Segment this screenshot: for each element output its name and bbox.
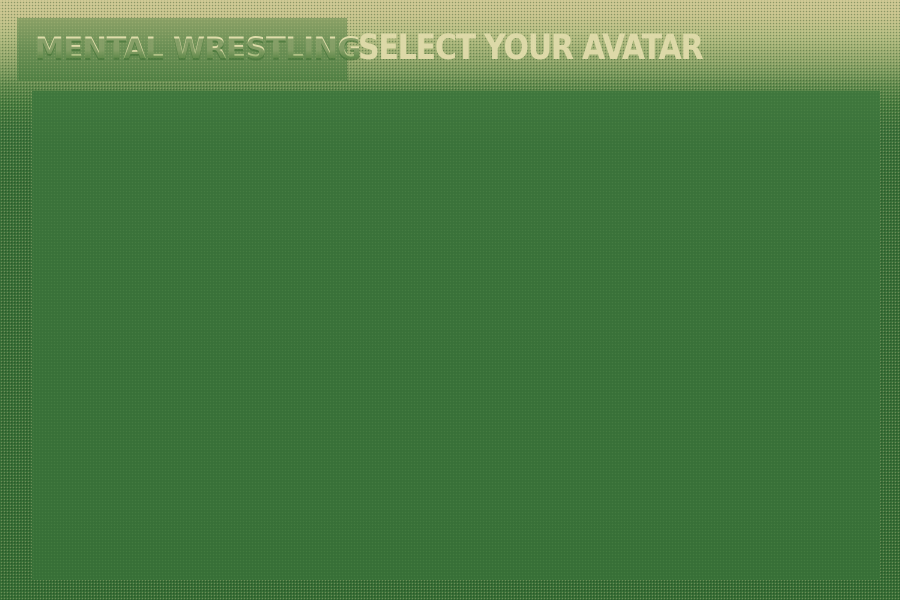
avatar-selection-panel[interactable] [32,91,880,580]
screen-title: SELECT YOUR AVATAR [358,28,704,68]
avatar-select-screen: MENTAL WRESTLING SELECT YOUR AVATAR [0,0,900,600]
game-logo: MENTAL WRESTLING [17,18,361,81]
logo-text: MENTAL WRESTLING [35,31,361,65]
